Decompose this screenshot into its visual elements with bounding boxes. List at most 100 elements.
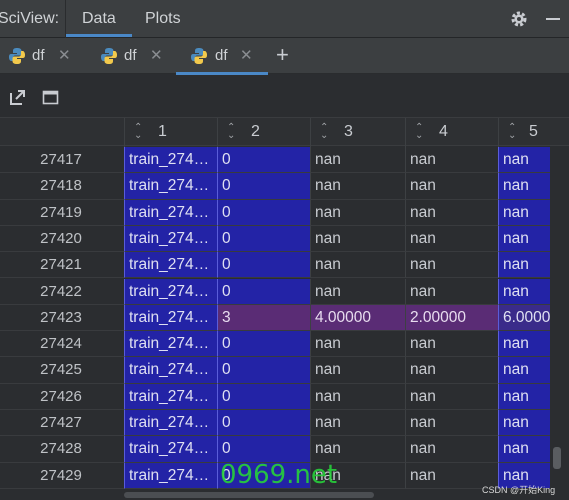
table-cell[interactable]: train_274… bbox=[124, 173, 217, 200]
table-cell[interactable]: 0 bbox=[217, 199, 310, 226]
table-cell[interactable]: train_274… bbox=[124, 252, 217, 279]
column-header[interactable]: ⌃ ⌄ 2 bbox=[217, 118, 310, 147]
table-row[interactable]: 27426 train_274… 0 nan nan nan bbox=[0, 383, 569, 410]
table-cell[interactable]: train_274… bbox=[124, 225, 217, 253]
scrollbar-thumb[interactable] bbox=[553, 447, 561, 469]
table-cell[interactable]: train_274… bbox=[124, 278, 217, 305]
table-cell[interactable]: nan bbox=[498, 278, 550, 305]
df-tab[interactable]: df ✕ bbox=[92, 38, 178, 74]
table-cell[interactable]: nan bbox=[405, 173, 498, 200]
table-cell[interactable]: nan bbox=[405, 436, 498, 463]
table-cell[interactable]: nan bbox=[498, 357, 550, 384]
df-tab-active[interactable]: df ✕ bbox=[176, 38, 268, 75]
table-cell[interactable]: nan bbox=[405, 331, 498, 358]
table-cell[interactable]: nan bbox=[405, 357, 498, 384]
table-cell[interactable]: 0 bbox=[217, 147, 310, 174]
gear-icon[interactable] bbox=[509, 9, 529, 29]
table-cell[interactable]: 0 bbox=[217, 278, 310, 305]
table-cell[interactable]: nan bbox=[405, 199, 498, 226]
table-cell[interactable]: nan bbox=[498, 225, 550, 253]
table-cell[interactable]: nan bbox=[498, 410, 550, 437]
table-cell[interactable]: train_274… bbox=[124, 383, 217, 410]
open-external-icon[interactable] bbox=[9, 89, 26, 106]
table-cell[interactable]: nan bbox=[405, 225, 498, 253]
table-cell[interactable]: nan bbox=[498, 173, 550, 200]
table-cell[interactable]: nan bbox=[310, 410, 405, 437]
vertical-scrollbar[interactable] bbox=[550, 146, 569, 500]
table-cell[interactable]: nan bbox=[498, 199, 550, 226]
row-index: 27422 bbox=[0, 279, 124, 305]
df-tab[interactable]: df ✕ bbox=[0, 38, 86, 74]
table-cell[interactable]: nan bbox=[310, 436, 405, 463]
table-cell[interactable]: 4.00000 bbox=[310, 304, 405, 332]
table-cell[interactable]: nan bbox=[498, 436, 550, 463]
table-cell[interactable]: train_274… bbox=[124, 331, 217, 358]
table-cell[interactable]: 3 bbox=[217, 304, 310, 332]
table-cell[interactable]: train_274… bbox=[124, 462, 217, 489]
table-cell[interactable]: 0 bbox=[217, 225, 310, 253]
table-cell[interactable]: nan bbox=[498, 252, 550, 279]
table-cell[interactable]: 0 bbox=[217, 252, 310, 279]
table-cell[interactable]: 2.00000 bbox=[405, 304, 498, 332]
table-cell[interactable]: train_274… bbox=[124, 436, 217, 463]
close-icon[interactable]: ✕ bbox=[150, 46, 163, 64]
table-cell[interactable]: 0 bbox=[217, 383, 310, 410]
table-cell[interactable]: nan bbox=[310, 147, 405, 174]
table-cell[interactable]: nan bbox=[498, 147, 550, 174]
table-cell[interactable]: 0 bbox=[217, 410, 310, 437]
table-cell[interactable]: train_274… bbox=[124, 199, 217, 226]
table-cell[interactable]: nan bbox=[405, 383, 498, 410]
table-cell[interactable]: train_274… bbox=[124, 147, 217, 174]
minimize-icon[interactable] bbox=[546, 18, 560, 20]
table-row[interactable]: 27419 train_274… 0 nan nan nan bbox=[0, 199, 569, 226]
table-cell[interactable]: nan bbox=[498, 331, 550, 358]
table-cell[interactable]: nan bbox=[310, 278, 405, 305]
tab-data[interactable]: Data bbox=[82, 10, 116, 28]
sort-icon[interactable]: ⌃ ⌄ bbox=[227, 123, 235, 141]
table-row[interactable]: 27427 train_274… 0 nan nan nan bbox=[0, 410, 569, 437]
table-cell[interactable]: nan bbox=[310, 331, 405, 358]
add-tab-icon[interactable]: + bbox=[276, 42, 289, 68]
table-cell[interactable]: 6.0000 bbox=[498, 304, 550, 332]
table-row[interactable]: 27424 train_274… 0 nan nan nan bbox=[0, 331, 569, 358]
table-cell[interactable]: 0 bbox=[217, 436, 310, 463]
table-cell[interactable]: train_274… bbox=[124, 304, 217, 332]
close-icon[interactable]: ✕ bbox=[58, 46, 71, 64]
tab-plots[interactable]: Plots bbox=[145, 10, 181, 28]
column-header[interactable]: ⌃ ⌄ 5 bbox=[498, 118, 569, 147]
close-icon[interactable]: ✕ bbox=[240, 46, 253, 64]
table-cell[interactable]: nan bbox=[405, 252, 498, 279]
table-row[interactable]: 27428 train_274… 0 nan nan nan bbox=[0, 436, 569, 463]
sort-icon[interactable]: ⌃ ⌄ bbox=[320, 123, 328, 141]
scrollbar-thumb[interactable] bbox=[124, 492, 374, 498]
table-row[interactable]: 27423 train_274… 3 4.00000 2.00000 6.0000 bbox=[0, 304, 569, 332]
table-cell[interactable]: nan bbox=[310, 173, 405, 200]
column-header[interactable]: ⌃ ⌄ 3 bbox=[310, 118, 405, 147]
table-cell[interactable]: 0 bbox=[217, 357, 310, 384]
column-header[interactable]: ⌃ ⌄ 4 bbox=[405, 118, 498, 147]
table-cell[interactable]: train_274… bbox=[124, 410, 217, 437]
table-cell[interactable]: 0 bbox=[217, 331, 310, 358]
table-cell[interactable]: nan bbox=[310, 252, 405, 279]
table-cell[interactable]: nan bbox=[498, 383, 550, 410]
table-row[interactable]: 27422 train_274… 0 nan nan nan bbox=[0, 278, 569, 305]
table-cell[interactable]: nan bbox=[310, 383, 405, 410]
table-cell[interactable]: nan bbox=[310, 357, 405, 384]
table-row[interactable]: 27418 train_274… 0 nan nan nan bbox=[0, 173, 569, 200]
table-cell[interactable]: train_274… bbox=[124, 357, 217, 384]
table-row[interactable]: 27421 train_274… 0 nan nan nan bbox=[0, 252, 569, 279]
sort-icon[interactable]: ⌃ ⌄ bbox=[134, 123, 142, 141]
table-cell[interactable]: nan bbox=[310, 199, 405, 226]
sort-icon[interactable]: ⌃ ⌄ bbox=[508, 123, 516, 141]
window-icon[interactable] bbox=[42, 89, 59, 106]
table-row[interactable]: 27417 train_274… 0 nan nan nan bbox=[0, 147, 569, 174]
table-cell[interactable]: nan bbox=[405, 147, 498, 174]
sort-icon[interactable]: ⌃ ⌄ bbox=[415, 123, 423, 141]
table-cell[interactable]: nan bbox=[405, 410, 498, 437]
table-cell[interactable]: nan bbox=[405, 278, 498, 305]
table-cell[interactable]: 0 bbox=[217, 173, 310, 200]
table-row[interactable]: 27420 train_274… 0 nan nan nan bbox=[0, 225, 569, 253]
column-header[interactable]: ⌃ ⌄ 1 bbox=[124, 118, 217, 147]
table-cell[interactable]: nan bbox=[310, 225, 405, 253]
table-row[interactable]: 27425 train_274… 0 nan nan nan bbox=[0, 357, 569, 384]
